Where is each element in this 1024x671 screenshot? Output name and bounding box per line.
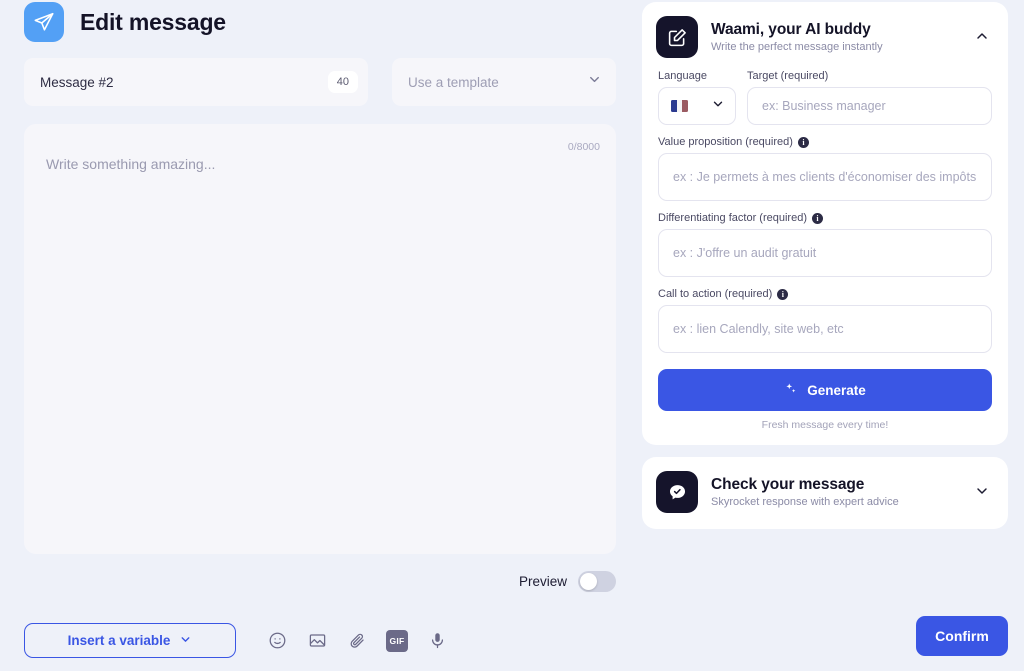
generate-note: Fresh message every time! — [761, 419, 889, 431]
editor-counter: 0/8000 — [567, 141, 600, 153]
differentiating-factor-label-row: Differentiating factor (required) i — [658, 212, 992, 224]
target-label: Target (required) — [747, 70, 829, 82]
page-header: Edit message — [24, 2, 226, 42]
generate-button[interactable]: Generate — [658, 369, 992, 411]
waami-card: Waami, your AI buddy Write the perfect m… — [642, 2, 1008, 445]
message-name-value: Message #2 — [40, 74, 114, 90]
differentiating-factor-label: Differentiating factor (required) — [658, 212, 807, 224]
chevron-down-icon — [711, 97, 725, 116]
image-icon[interactable] — [306, 630, 328, 652]
template-select[interactable]: Use a template — [392, 58, 616, 106]
differentiating-factor-placeholder: ex : J'offre un audit gratuit — [673, 246, 817, 260]
edit-message-screen: Edit message Message #2 40 Use a templat… — [0, 0, 1024, 671]
toggle-knob — [580, 573, 597, 590]
preview-toggle-row: Preview — [519, 571, 616, 592]
info-icon[interactable]: i — [797, 136, 809, 148]
assistant-panel: Waami, your AI buddy Write the perfect m… — [640, 0, 1024, 671]
message-meta-row: Message #2 40 Use a template — [24, 58, 616, 106]
sparkle-icon — [784, 382, 798, 399]
chevron-down-icon — [179, 633, 192, 649]
check-message-title: Check your message — [711, 476, 865, 493]
chevron-down-icon[interactable] — [974, 483, 990, 504]
waami-card-title: Waami, your AI buddy — [711, 21, 871, 38]
call-to-action-input[interactable]: ex : lien Calendly, site web, etc — [658, 305, 992, 353]
emoji-icon[interactable] — [266, 630, 288, 652]
value-proposition-label: Value proposition (required) — [658, 136, 793, 148]
message-name-input[interactable]: Message #2 40 — [24, 58, 368, 106]
message-char-badge: 40 — [327, 71, 358, 93]
check-message-header[interactable]: Check your message Skyrocket response wi… — [642, 457, 1008, 525]
call-to-action-group: Call to action (required) i ex : lien Ca… — [658, 288, 992, 353]
call-to-action-label: Call to action (required) — [658, 288, 773, 300]
waami-card-body: Language Target (required) ex: Business … — [642, 70, 1008, 445]
language-label: Language — [658, 70, 707, 82]
page-title: Edit message — [80, 8, 226, 35]
value-proposition-group: Value proposition (required) i ex : Je p… — [658, 136, 992, 201]
target-input[interactable]: ex: Business manager — [747, 87, 992, 125]
preview-label: Preview — [518, 574, 567, 589]
check-message-text: Check your message Skyrocket response wi… — [711, 476, 899, 508]
message-textarea[interactable]: 0/8000 Write something amazing... — [24, 124, 616, 554]
editor-placeholder: Write something amazing... — [46, 156, 216, 172]
chat-check-icon — [656, 471, 698, 513]
insert-variable-label: Insert a variable — [67, 633, 171, 648]
value-proposition-placeholder: ex : Je permets à mes clients d'économis… — [673, 170, 977, 184]
language-select[interactable] — [658, 87, 736, 125]
info-icon[interactable]: i — [811, 212, 823, 224]
waami-card-text: Waami, your AI buddy Write the perfect m… — [711, 21, 883, 53]
microphone-icon[interactable] — [426, 630, 448, 652]
differentiating-factor-input[interactable]: ex : J'offre un audit gratuit — [658, 229, 992, 277]
preview-toggle[interactable] — [578, 571, 616, 592]
call-to-action-placeholder: ex : lien Calendly, site web, etc — [673, 322, 844, 336]
differentiating-factor-group: Differentiating factor (required) i ex :… — [658, 212, 992, 277]
check-message-card[interactable]: Check your message Skyrocket response wi… — [642, 457, 1008, 529]
value-proposition-input[interactable]: ex : Je permets à mes clients d'économis… — [658, 153, 992, 201]
call-to-action-label-row: Call to action (required) i — [658, 288, 992, 300]
editor-toolbar: Insert a variable GIF — [0, 610, 640, 671]
waami-card-header[interactable]: Waami, your AI buddy Write the perfect m… — [642, 2, 1008, 70]
attachment-tools: GIF — [266, 629, 448, 652]
insert-variable-button[interactable]: Insert a variable — [24, 623, 236, 658]
language-target-row: Language Target (required) ex: Business … — [658, 70, 992, 125]
paper-plane-icon — [24, 2, 64, 42]
target-placeholder: ex: Business manager — [762, 99, 886, 113]
france-flag-icon — [671, 100, 688, 112]
target-block: Target (required) ex: Business manager — [747, 70, 992, 125]
info-icon[interactable]: i — [777, 288, 789, 300]
check-message-subtitle: Skyrocket response with expert advice — [711, 496, 899, 508]
language-label-row: Language — [658, 70, 736, 82]
gif-icon[interactable]: GIF — [386, 629, 408, 652]
chevron-up-icon[interactable] — [974, 28, 990, 49]
language-block: Language — [658, 70, 736, 125]
target-label-row: Target (required) — [747, 70, 992, 82]
generate-label: Generate — [807, 382, 866, 398]
message-editor-panel: Edit message Message #2 40 Use a templat… — [0, 0, 640, 671]
paperclip-icon[interactable] — [346, 630, 368, 652]
value-proposition-label-row: Value proposition (required) i — [658, 136, 992, 148]
waami-card-subtitle: Write the perfect message instantly — [711, 41, 883, 53]
edit-square-icon — [656, 16, 698, 58]
template-select-placeholder: Use a template — [408, 74, 499, 90]
chevron-down-icon — [587, 72, 602, 92]
